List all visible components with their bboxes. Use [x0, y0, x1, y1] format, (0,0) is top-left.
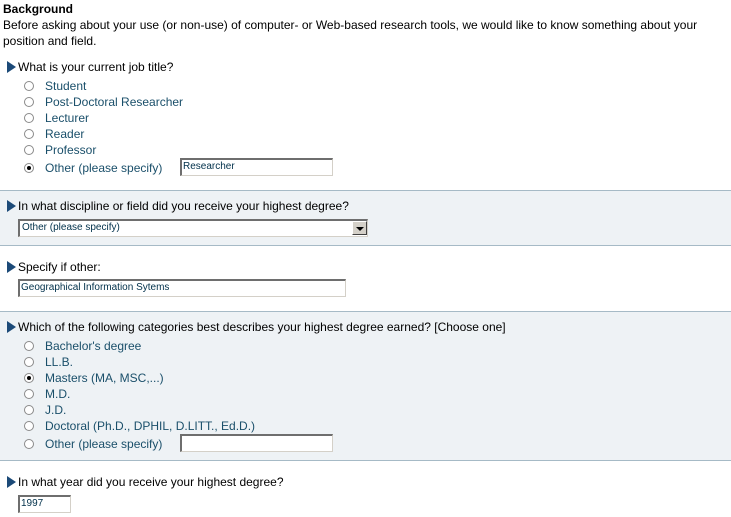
radio-option-doctoral[interactable]: Doctoral (Ph.D., DPHIL, D.LITT., Ed.D.) — [24, 418, 255, 434]
question-arrow-icon — [7, 320, 16, 333]
degree-year-input[interactable]: 1997 — [18, 495, 71, 513]
radio-button[interactable] — [24, 404, 34, 415]
option-label: Masters (MA, MSC,...) — [45, 371, 164, 385]
question-discipline: In what discipline or field did you rece… — [0, 190, 731, 246]
question-label: In what year did you receive your highes… — [18, 475, 284, 489]
radio-button[interactable] — [24, 388, 34, 399]
question-label: What is your current job title? — [18, 60, 174, 74]
option-label: Professor — [45, 143, 97, 157]
radio-option-bachelors[interactable]: Bachelor's degree — [24, 338, 141, 354]
section-title: Background — [3, 2, 74, 16]
radio-option-reader[interactable]: Reader — [24, 126, 84, 142]
question-label: Specify if other: — [18, 260, 101, 274]
option-label: J.D. — [45, 403, 67, 417]
question-job-title: What is your current job title? Student … — [0, 57, 731, 189]
question-label: Which of the following categories best d… — [18, 320, 506, 334]
radio-option-post-doctoral[interactable]: Post-Doctoral Researcher — [24, 94, 183, 110]
radio-option-other[interactable]: Other (please specify) — [24, 436, 162, 452]
radio-button[interactable] — [24, 112, 34, 123]
option-label: Lecturer — [45, 111, 90, 125]
radio-button[interactable] — [24, 144, 34, 155]
radio-option-masters[interactable]: Masters (MA, MSC,...) — [24, 370, 164, 386]
radio-button[interactable] — [24, 80, 34, 91]
dropdown-arrow-icon[interactable] — [352, 221, 367, 235]
option-label: Reader — [45, 127, 85, 141]
discipline-select[interactable]: Other (please specify) — [18, 219, 368, 237]
section-description: Before asking about your use (or non-use… — [3, 18, 698, 48]
select-value: Other (please specify) — [22, 222, 120, 233]
option-label: LL.B. — [45, 355, 74, 369]
question-year: In what year did you receive your highes… — [0, 460, 731, 517]
radio-option-student[interactable]: Student — [24, 78, 86, 94]
radio-button[interactable] — [24, 438, 34, 449]
radio-button[interactable] — [24, 128, 34, 139]
radio-option-professor[interactable]: Professor — [24, 142, 96, 158]
specify-other-input[interactable]: Geographical Information Sytems — [18, 279, 346, 297]
option-label: Doctoral (Ph.D., DPHIL, D.LITT., Ed.D.) — [45, 419, 256, 433]
question-label: In what discipline or field did you rece… — [18, 199, 349, 213]
radio-option-other[interactable]: Other (please specify) — [24, 160, 162, 176]
question-arrow-icon — [7, 199, 16, 212]
option-label: Student — [45, 79, 87, 93]
radio-button[interactable] — [24, 340, 34, 351]
option-label: Other (please specify) — [45, 161, 163, 175]
option-label: Bachelor's degree — [45, 339, 142, 353]
question-arrow-icon — [7, 475, 16, 488]
radio-button-checked[interactable] — [24, 372, 34, 383]
option-label: Post-Doctoral Researcher — [45, 95, 184, 109]
option-label: Other (please specify) — [45, 437, 163, 451]
radio-option-lecturer[interactable]: Lecturer — [24, 110, 89, 126]
job-title-other-input[interactable]: Researcher — [180, 158, 333, 176]
background-intro: Background Before asking about your use … — [3, 2, 729, 49]
question-arrow-icon — [7, 60, 16, 73]
question-degree: Which of the following categories best d… — [0, 311, 731, 461]
radio-button[interactable] — [24, 356, 34, 367]
degree-other-input[interactable] — [180, 434, 333, 452]
question-specify-other: Specify if other: Geographical Informati… — [0, 246, 731, 310]
radio-button-checked[interactable] — [24, 162, 34, 173]
radio-option-md[interactable]: M.D. — [24, 386, 70, 402]
option-label: M.D. — [45, 387, 71, 401]
radio-option-llb[interactable]: LL.B. — [24, 354, 73, 370]
radio-button[interactable] — [24, 96, 34, 107]
question-arrow-icon — [7, 260, 16, 273]
radio-option-jd[interactable]: J.D. — [24, 402, 66, 418]
radio-button[interactable] — [24, 420, 34, 431]
